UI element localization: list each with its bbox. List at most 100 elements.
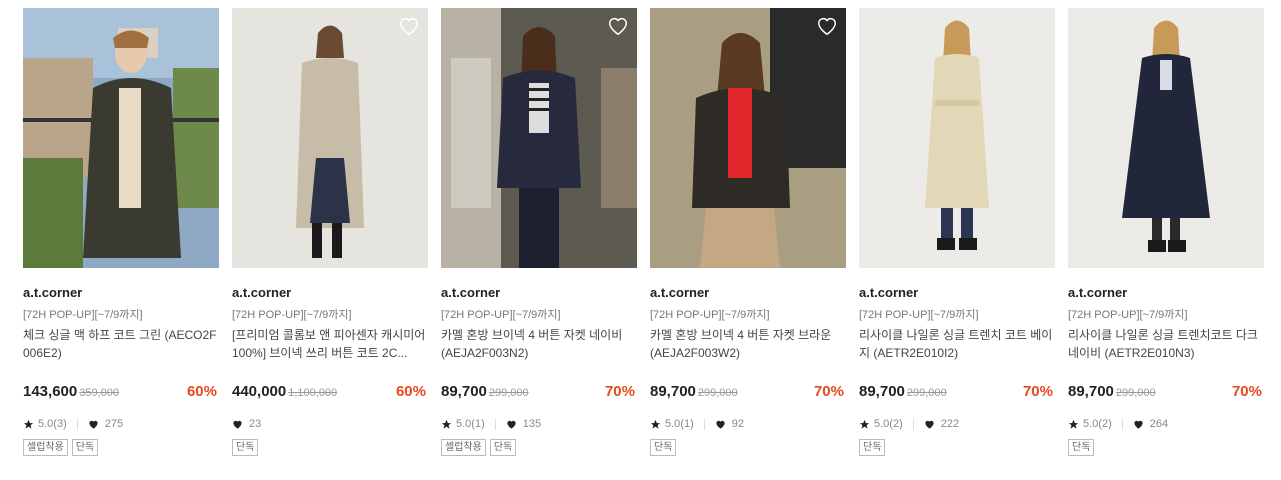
badge-list: 셀럽착용 단독	[23, 439, 219, 457]
meta-divider	[912, 418, 914, 430]
product-image[interactable]	[232, 8, 428, 268]
sale-price: 89,700	[650, 383, 696, 400]
price-row: 89,700 299,000 70%	[859, 383, 1055, 401]
sale-price: 89,700	[441, 383, 487, 400]
price-row: 89,700 299,000 70%	[1068, 383, 1264, 401]
rating: 5.0(1)	[665, 418, 694, 430]
rating: 5.0(3)	[38, 418, 67, 430]
product-name[interactable]: 카멜 혼방 브이넥 4 버튼 자켓 네이비 (AEJA2F003N2)	[441, 326, 637, 362]
badge-exclusive: 단독	[859, 439, 886, 456]
product-card[interactable]: a.t.corner [72H POP-UP][~7/9까지] 카멜 혼방 브이…	[441, 8, 637, 457]
discount-rate: 70%	[604, 383, 635, 400]
product-image[interactable]	[1068, 8, 1264, 268]
product-name[interactable]: [프리미엄 콜롬보 앤 피아센자 캐시미어 100%] 브이넥 쓰리 버튼 코트…	[232, 326, 428, 362]
discount-rate: 70%	[813, 383, 844, 400]
meta-divider	[1121, 418, 1123, 430]
product-card[interactable]: a.t.corner [72H POP-UP][~7/9까지] [프리미엄 콜롬…	[232, 8, 428, 457]
product-meta: 23	[232, 417, 428, 431]
like-count: 135	[522, 418, 542, 430]
heart-icon	[925, 420, 934, 429]
product-card[interactable]: a.t.corner [72H POP-UP][~7/9까지] 리사이클 나일론…	[859, 8, 1055, 457]
product-meta: 5.0(1) 92	[650, 417, 846, 431]
wishlist-heart-icon[interactable]	[607, 15, 629, 37]
badge-list: 단독	[650, 439, 846, 457]
brand-name[interactable]: a.t.corner	[441, 285, 637, 301]
brand-name[interactable]: a.t.corner	[23, 285, 219, 301]
discount-rate: 60%	[395, 383, 426, 400]
original-price: 299,000	[1115, 387, 1156, 399]
product-meta: 5.0(3) 275	[23, 417, 219, 431]
badge-exclusive: 단독	[71, 439, 99, 456]
sale-price: 89,700	[1068, 383, 1114, 400]
discount-rate: 70%	[1022, 383, 1053, 400]
product-photo	[441, 8, 637, 268]
product-card[interactable]: a.t.corner [72H POP-UP][~7/9까지] 리사이클 나일론…	[1068, 8, 1264, 457]
rating: 5.0(1)	[456, 418, 485, 430]
promo-tag: [72H POP-UP][~7/9까지]	[650, 309, 770, 321]
badge-exclusive: 단독	[232, 439, 259, 456]
product-meta: 5.0(1) 135	[441, 417, 637, 431]
sale-price: 440,000	[232, 383, 287, 400]
product-name[interactable]: 체크 싱글 맥 하프 코트 그린 (AECO2F006E2)	[23, 326, 219, 362]
badge-celeb: 셀럽착용	[441, 439, 486, 456]
heart-icon	[507, 420, 516, 429]
promo-tag: [72H POP-UP][~7/9까지]	[1068, 309, 1188, 321]
price-row: 143,600 359,000 60%	[23, 383, 219, 401]
rating: 5.0(2)	[874, 418, 903, 430]
product-photo	[650, 8, 846, 268]
heart-icon	[89, 420, 98, 429]
badge-list: 단독	[1068, 439, 1264, 457]
product-image[interactable]	[23, 8, 219, 268]
product-card[interactable]: a.t.corner [72H POP-UP][~7/9까지] 체크 싱글 맥 …	[23, 8, 219, 457]
like-count: 222	[940, 418, 960, 430]
heart-icon	[716, 420, 725, 429]
product-image[interactable]	[859, 8, 1055, 268]
discount-rate: 60%	[186, 383, 217, 400]
original-price: 299,000	[906, 387, 947, 399]
original-price: 1,100,000	[288, 387, 338, 399]
product-image[interactable]	[650, 8, 846, 268]
brand-name[interactable]: a.t.corner	[859, 285, 1055, 301]
meta-divider	[76, 418, 78, 430]
product-grid: a.t.corner [72H POP-UP][~7/9까지] 체크 싱글 맥 …	[0, 0, 1281, 480]
product-photo	[23, 8, 219, 268]
like-count: 275	[104, 418, 124, 430]
product-meta: 5.0(2) 264	[1068, 417, 1264, 431]
product-name[interactable]: 리사이클 나일론 싱글 트렌치 코트 베이지 (AETR2E010I2)	[859, 326, 1055, 362]
price-row: 440,000 1,100,000 60%	[232, 383, 428, 401]
badge-list: 단독	[859, 439, 1055, 457]
brand-name[interactable]: a.t.corner	[1068, 285, 1264, 301]
wishlist-heart-icon[interactable]	[398, 15, 420, 37]
brand-name[interactable]: a.t.corner	[650, 285, 846, 301]
badge-list: 셀럽착용 단독	[441, 439, 637, 457]
star-icon	[650, 419, 661, 429]
product-photo	[232, 8, 428, 268]
star-icon	[441, 419, 452, 429]
wishlist-heart-icon[interactable]	[816, 15, 838, 37]
sale-price: 89,700	[859, 383, 905, 400]
badge-exclusive: 단독	[489, 439, 517, 456]
badge-exclusive: 단독	[1068, 439, 1095, 456]
badge-list: 단독	[232, 439, 428, 457]
badge-celeb: 셀럽착용	[23, 439, 68, 456]
promo-tag: [72H POP-UP][~7/9까지]	[232, 309, 352, 321]
brand-name[interactable]: a.t.corner	[232, 285, 428, 301]
promo-tag: [72H POP-UP][~7/9까지]	[859, 309, 979, 321]
product-name[interactable]: 리사이클 나일론 싱글 트렌치코트 다크네이비 (AETR2E010N3)	[1068, 326, 1264, 362]
discount-rate: 70%	[1231, 383, 1262, 400]
star-icon	[1068, 419, 1079, 429]
rating: 5.0(2)	[1083, 418, 1112, 430]
original-price: 299,000	[697, 387, 738, 399]
badge-exclusive: 단독	[650, 439, 677, 456]
product-image[interactable]	[441, 8, 637, 268]
star-icon	[859, 419, 870, 429]
product-card[interactable]: a.t.corner [72H POP-UP][~7/9까지] 카멜 혼방 브이…	[650, 8, 846, 457]
meta-divider	[703, 418, 705, 430]
promo-tag: [72H POP-UP][~7/9까지]	[441, 309, 561, 321]
price-row: 89,700 299,000 70%	[650, 383, 846, 401]
meta-divider	[494, 418, 496, 430]
star-icon	[23, 419, 34, 429]
original-price: 299,000	[488, 387, 529, 399]
product-name[interactable]: 카멜 혼방 브이넥 4 버튼 자켓 브라운 (AEJA2F003W2)	[650, 326, 846, 362]
promo-tag: [72H POP-UP][~7/9까지]	[23, 309, 143, 321]
